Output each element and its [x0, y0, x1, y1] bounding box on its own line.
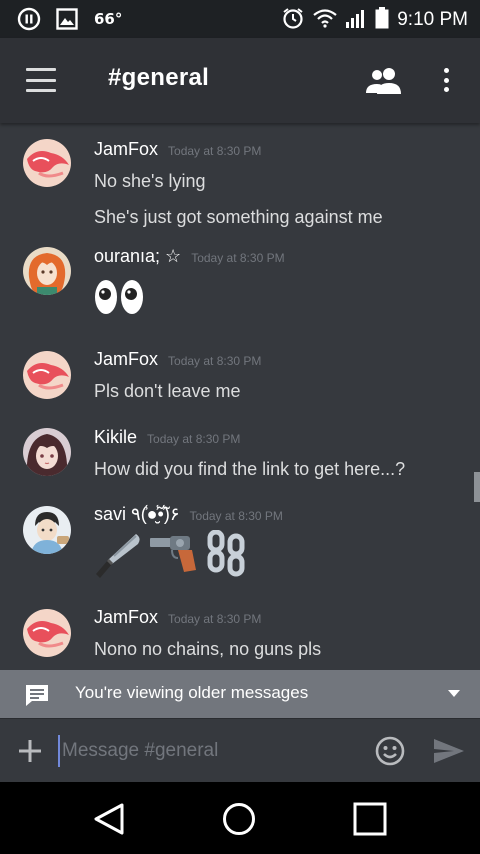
status-bar: 66° 9:10 PM [0, 0, 480, 38]
emoji-row [92, 530, 248, 578]
message-input[interactable] [58, 735, 358, 767]
home-icon[interactable] [222, 802, 256, 836]
author-line: JamFox Today at 8:30 PM [94, 349, 261, 370]
avatar[interactable] [23, 428, 71, 476]
avatar[interactable] [23, 247, 71, 295]
channel-title: #general [108, 64, 210, 91]
author-line: JamFox Today at 8:30 PM [94, 139, 261, 160]
timestamp: Today at 8:30 PM [189, 509, 283, 523]
author-name[interactable]: ouranıa; ☆ [94, 246, 181, 267]
scrollbar-thumb[interactable] [474, 472, 480, 502]
timestamp: Today at 8:30 PM [168, 354, 262, 368]
avatar[interactable] [23, 351, 71, 399]
avatar[interactable] [23, 139, 71, 187]
author-name[interactable]: JamFox [94, 139, 158, 160]
eyes-emoji [94, 277, 144, 321]
battery-icon [375, 7, 389, 33]
back-icon[interactable] [92, 802, 126, 836]
plus-icon [19, 740, 41, 762]
message-text: She's just got something against me [94, 207, 383, 227]
system-nav-bar [0, 782, 480, 854]
chat-bubble-icon [24, 683, 50, 706]
send-button[interactable] [432, 737, 466, 765]
message-composer [0, 718, 480, 782]
message-text: Nono no chains, no guns pls [94, 639, 322, 659]
pistol-emoji [150, 536, 196, 572]
timestamp: Today at 8:30 PM [168, 612, 262, 626]
clock-text: 9:10 PM [397, 9, 468, 30]
smiley-icon [375, 736, 405, 766]
hamburger-menu-icon[interactable] [26, 68, 56, 92]
alarm-icon [281, 6, 305, 34]
image-icon [54, 6, 80, 32]
message-text: No she's lying [94, 171, 206, 191]
avatar[interactable] [23, 506, 71, 554]
members-icon[interactable] [364, 64, 404, 96]
author-name[interactable]: JamFox [94, 349, 158, 370]
author-line: JamFox Today at 8:30 PM [94, 607, 261, 628]
author-line: savi ٩(̾●̮̮̃̾•̃̾)۶ Today at 8:30 PM [94, 504, 283, 525]
author-name[interactable]: JamFox [94, 607, 158, 628]
timestamp: Today at 8:30 PM [191, 251, 285, 265]
signal-icon [345, 8, 367, 32]
message-text: How did you find the link to get here...… [94, 459, 406, 479]
send-icon [434, 739, 464, 763]
author-line: Kikile Today at 8:30 PM [94, 427, 240, 448]
avatar[interactable] [23, 609, 71, 657]
author-line: ouranıa; ☆ Today at 8:30 PM [94, 246, 285, 267]
knife-emoji [96, 534, 140, 578]
message-text: Pls don't leave me [94, 381, 241, 401]
caret-down-icon[interactable] [448, 690, 460, 697]
timestamp: Today at 8:30 PM [168, 144, 262, 158]
pause-circle-icon [16, 6, 42, 32]
message-list[interactable]: JamFox Today at 8:30 PM No she's lying S… [0, 123, 480, 670]
author-name[interactable]: Kikile [94, 427, 137, 448]
recent-apps-icon[interactable] [353, 802, 387, 836]
older-messages-banner[interactable]: You're viewing older messages [0, 670, 480, 718]
add-attachment-button[interactable] [16, 737, 44, 765]
more-vert-icon[interactable] [436, 64, 456, 96]
emoji-button[interactable] [374, 735, 406, 767]
wifi-icon [313, 8, 337, 32]
chains-emoji [207, 530, 245, 577]
author-name[interactable]: savi ٩(̾●̮̮̃̾•̃̾)۶ [94, 504, 180, 525]
timestamp: Today at 8:30 PM [147, 432, 241, 446]
temperature-text: 66° [94, 10, 123, 28]
channel-header: #general [0, 38, 480, 123]
older-messages-text: You're viewing older messages [75, 683, 309, 702]
